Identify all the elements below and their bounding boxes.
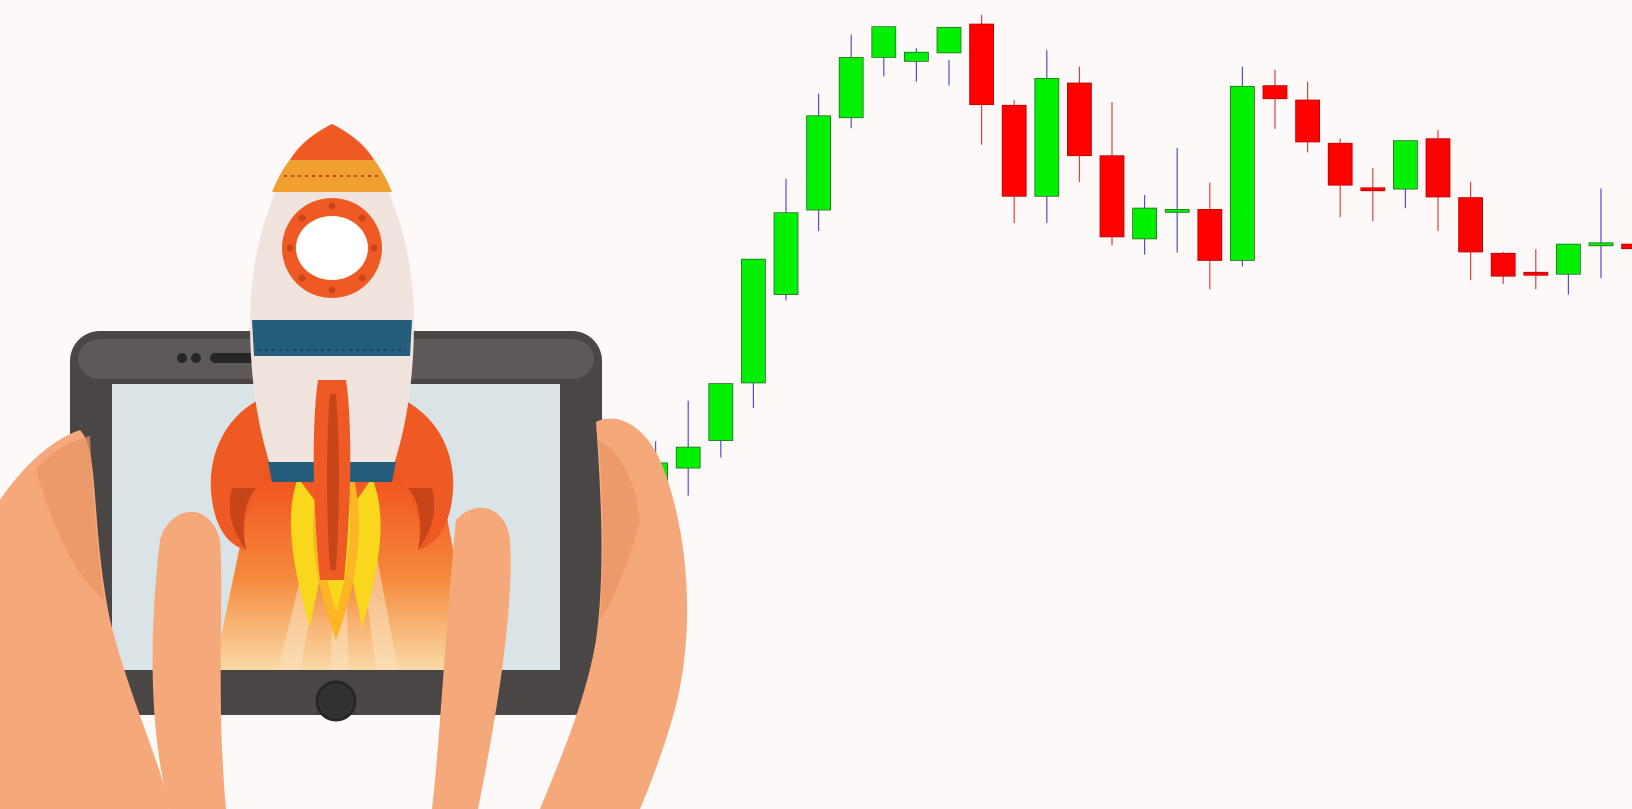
rocket-center-fin-shade (327, 394, 339, 570)
illustration (0, 0, 1632, 809)
left-thumb (152, 511, 226, 809)
rocket-nose-tip (290, 124, 374, 160)
porthole-window (296, 216, 368, 280)
home-button-icon (315, 680, 357, 722)
camera-dot-icon (191, 353, 201, 363)
rocket-band (252, 320, 412, 356)
rocket-tablet-artwork (0, 124, 688, 809)
camera-dot-icon (177, 353, 187, 363)
